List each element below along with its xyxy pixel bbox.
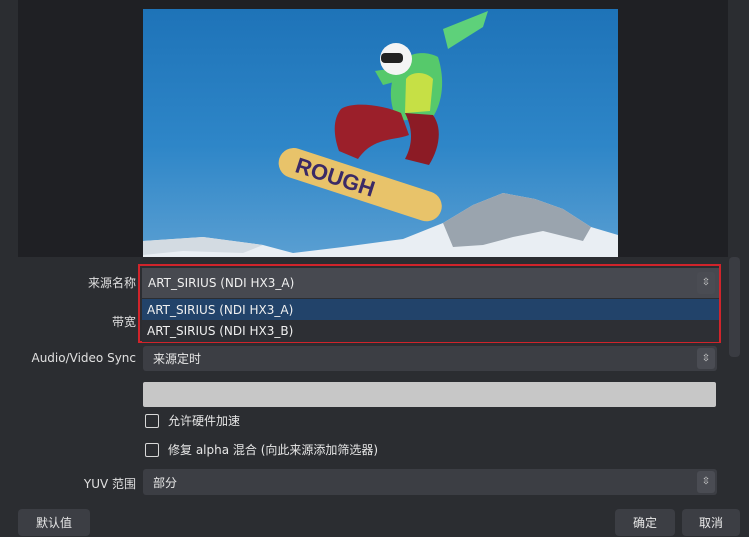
yuv-range-label: YUV 范围 [83,477,136,491]
hw-accel-checkbox[interactable] [145,413,159,428]
alpha-fix-label: 修复 alpha 混合 (向此来源添加筛选器) [168,443,379,457]
hw-accel-row[interactable]: 允许硬件加速 [145,412,240,429]
source-name-label: 来源名称 [87,276,136,290]
dropdown-option-a[interactable]: ART_SIRIUS (NDI HX3_A) [142,299,719,320]
chevron-updown-icon: ⇳ [697,348,715,369]
source-name-select[interactable]: ART_SIRIUS (NDI HX3_A) ⇳ [142,268,719,298]
bandwidth-label: 带宽 [111,315,136,329]
cancel-button[interactable]: 取消 [682,509,740,536]
chevron-updown-icon: ⇳ [697,272,715,294]
alpha-fix-checkbox[interactable] [145,442,159,457]
chevron-updown-icon: ⇳ [697,471,715,493]
yuv-range-value: 部分 [153,475,178,490]
yuv-range-select[interactable]: 部分 ⇳ [143,469,717,495]
source-preview-image: ROUGH [143,9,618,257]
dropdown-option-b[interactable]: ART_SIRIUS (NDI HX3_B) [142,320,719,341]
snowboarder-photo: ROUGH [143,11,618,257]
board-logo-text: ROUGH [292,153,378,202]
av-sync-select[interactable]: 来源定时 ⇳ [143,346,717,371]
defaults-button[interactable]: 默认值 [18,509,90,536]
text-input-field[interactable] [143,382,716,407]
av-sync-label: Audio/Video Sync [31,351,136,365]
hw-accel-label: 允许硬件加速 [168,414,241,428]
alpha-fix-row[interactable]: 修复 alpha 混合 (向此来源添加筛选器) [145,441,378,458]
av-sync-value: 来源定时 [153,352,202,366]
source-name-value: ART_SIRIUS (NDI HX3_A) [148,276,295,290]
properties-scrollbar[interactable] [729,257,740,357]
source-dropdown-list[interactable]: ART_SIRIUS (NDI HX3_A) ART_SIRIUS (NDI H… [142,299,719,342]
ok-button[interactable]: 确定 [615,509,675,536]
